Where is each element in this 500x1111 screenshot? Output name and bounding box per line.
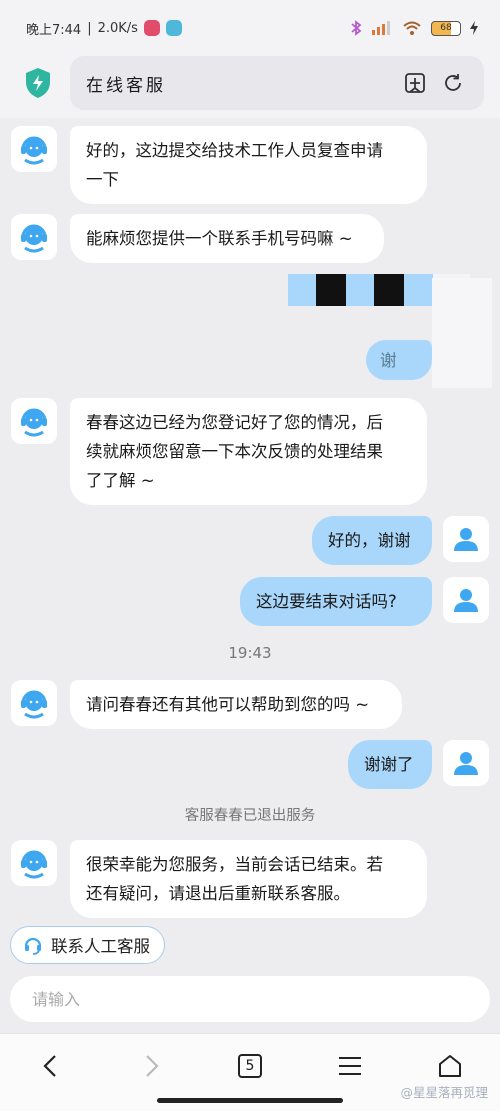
address-bar[interactable]: 在线客服: [70, 56, 484, 110]
user-avatar: [443, 577, 489, 623]
message-line: 春春这边已经为您登记好了您的情况，后: [86, 413, 383, 432]
agent-avatar-icon: [21, 690, 47, 719]
signal-icon: [372, 21, 390, 35]
wifi-icon: [403, 21, 421, 35]
agent-avatar: [11, 840, 57, 886]
tab-count-badge: 5: [238, 1054, 262, 1078]
message-line: 谢: [380, 351, 397, 370]
refresh-button[interactable]: [438, 68, 468, 98]
network-speed: 2.0K/s: [97, 20, 138, 36]
message-line: 还有疑问，请退出后重新联系客服。: [86, 884, 350, 903]
back-button[interactable]: [30, 1046, 70, 1086]
agent-avatar-icon: [21, 408, 47, 437]
contact-human-agent-button[interactable]: 联系人工客服: [10, 926, 165, 964]
user-avatar-icon: [454, 589, 478, 612]
message-line: 了了解 ~: [86, 471, 155, 490]
app-header: 在线客服: [0, 48, 500, 118]
agent-message: 好的，这边提交给技术工作人员复查申请 一下: [70, 126, 427, 204]
agent-avatar-icon: [21, 224, 47, 253]
message-line: 这边要结束对话吗?: [256, 592, 397, 611]
agent-avatar: [11, 398, 57, 444]
headset-icon: [24, 937, 42, 955]
tabs-button[interactable]: 5: [230, 1046, 270, 1086]
user-message: 谢: [366, 340, 432, 380]
user-avatar: [443, 516, 489, 562]
user-message: 谢谢了: [348, 740, 432, 789]
bluetooth-icon: [351, 20, 362, 36]
tab-count: 5: [245, 1058, 255, 1074]
user-message: 这边要结束对话吗?: [240, 577, 432, 626]
app-notification-icon-2: [165, 20, 182, 36]
add-bookmark-icon: [405, 73, 425, 93]
forward-arrow-icon: [146, 1055, 159, 1077]
agent-avatar-icon: [21, 136, 47, 165]
menu-icon: [339, 1057, 361, 1075]
message-line: 续就麻烦您留意一下本次反馈的处理结果: [86, 442, 383, 461]
forward-button[interactable]: [132, 1046, 172, 1086]
message-line: 能麻烦您提供一个联系手机号码嘛 ~: [86, 229, 353, 248]
message-line: 一下: [86, 170, 119, 189]
user-avatar-icon: [454, 752, 478, 775]
charging-icon: [470, 21, 478, 35]
message-line: 谢谢了: [364, 755, 414, 774]
chat-area[interactable]: 好的，这边提交给技术工作人员复查申请 一下 能麻烦您提供一个联系手机号码嘛 ~ …: [0, 118, 500, 1038]
agent-message: 请问春春还有其他可以帮助到您的吗 ~: [70, 680, 402, 729]
message-line: 请问春春还有其他可以帮助到您的吗 ~: [86, 695, 370, 714]
redaction-block-dark: [374, 274, 404, 306]
chat-timestamp: 19:43: [228, 644, 272, 662]
agent-message: 春春这边已经为您登记好了您的情况，后 续就麻烦您留意一下本次反馈的处理结果 了了…: [70, 398, 427, 505]
agent-avatar-icon: [21, 850, 47, 879]
redaction-block-dark: [316, 274, 346, 306]
home-indicator[interactable]: [157, 1098, 343, 1103]
agent-message: 能麻烦您提供一个联系手机号码嘛 ~: [70, 214, 384, 263]
message-input[interactable]: [32, 989, 468, 1009]
redacted-area: [432, 278, 492, 388]
home-button[interactable]: [430, 1046, 470, 1086]
message-line: 好的，谢谢: [328, 531, 411, 550]
contact-human-agent-label: 联系人工客服: [51, 937, 150, 956]
agent-avatar: [11, 126, 57, 172]
shield-icon: [26, 68, 50, 98]
agent-avatar: [11, 214, 57, 260]
system-notice: 客服春春已退出服务: [184, 808, 316, 824]
watermark: @星星落再觅理: [400, 1085, 488, 1100]
app-notification-icon: [143, 20, 160, 36]
back-arrow-icon: [43, 1055, 56, 1077]
menu-button[interactable]: [330, 1046, 370, 1086]
page-title: 在线客服: [86, 75, 166, 96]
agent-message: 很荣幸能为您服务，当前会话已结束。若 还有疑问，请退出后重新联系客服。: [70, 840, 427, 918]
home-icon: [439, 1055, 461, 1077]
agent-avatar: [11, 680, 57, 726]
battery-indicator: 68: [431, 20, 461, 36]
user-avatar: [443, 740, 489, 786]
message-line: 好的，这边提交给技术工作人员复查申请: [86, 141, 383, 160]
add-bookmark-button[interactable]: [400, 68, 430, 98]
redaction-block: [288, 274, 433, 306]
refresh-icon: [445, 74, 461, 91]
message-input-container[interactable]: [10, 976, 490, 1022]
status-separator: |: [87, 20, 92, 36]
user-avatar-icon: [454, 528, 478, 551]
user-message: 好的，谢谢: [312, 516, 432, 565]
message-line: 很荣幸能为您服务，当前会话已结束。若: [86, 855, 383, 874]
status-time: 晚上7:44: [26, 22, 82, 38]
